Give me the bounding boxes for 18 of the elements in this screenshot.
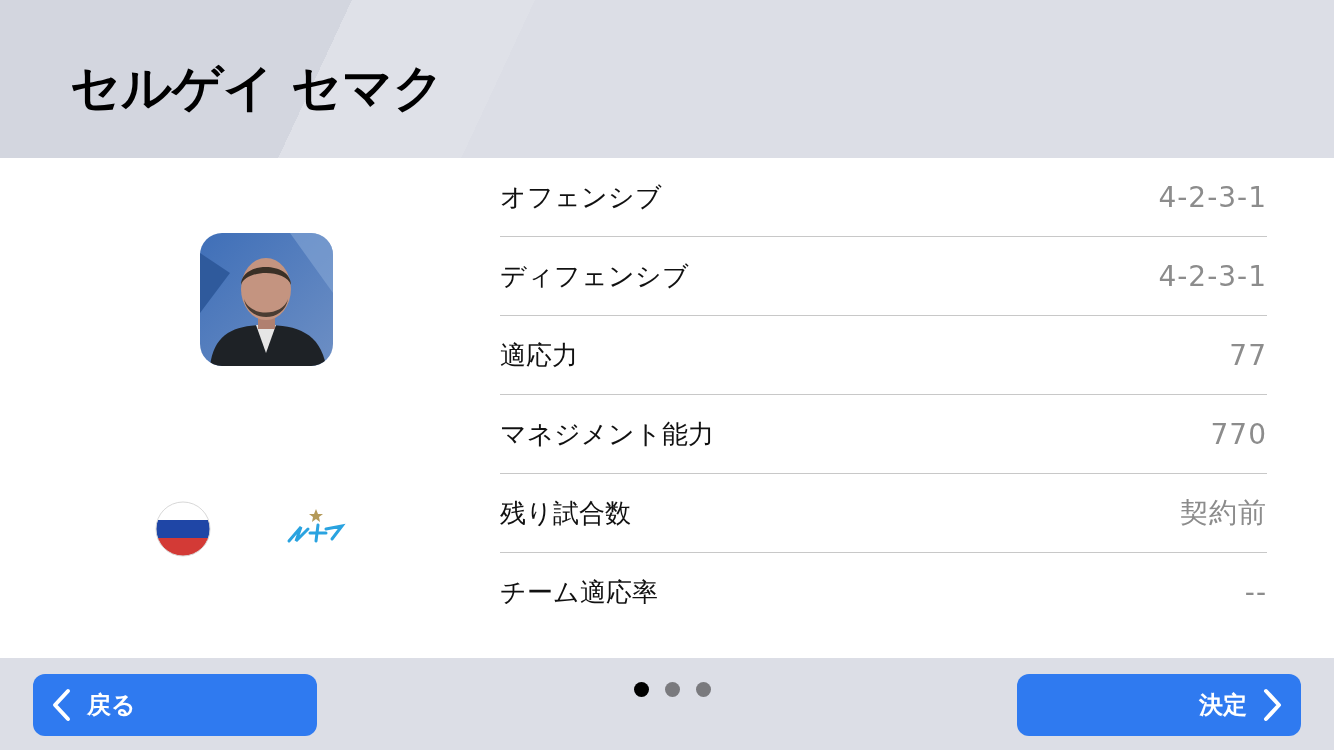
- stat-value: 77: [1229, 338, 1267, 372]
- stat-label: オフェンシブ: [500, 180, 662, 214]
- stat-label: ディフェンシブ: [500, 259, 689, 293]
- back-button[interactable]: 戻る: [33, 674, 317, 736]
- stat-value: 4-2-3-1: [1158, 259, 1267, 293]
- chevron-right-icon: [1263, 688, 1283, 722]
- chevron-left-icon: [51, 688, 71, 722]
- stat-value: 契約前: [1180, 495, 1267, 531]
- stat-label: 適応力: [500, 338, 578, 372]
- stat-label: 残り試合数: [500, 496, 631, 530]
- stat-value: --: [1244, 576, 1267, 609]
- manager-name: セルゲイ セマク: [70, 57, 445, 119]
- stat-value: 770: [1210, 417, 1267, 451]
- flag-icon: [154, 501, 211, 557]
- stat-label: チーム適応率: [500, 576, 658, 609]
- stat-label: マネジメント能力: [500, 417, 714, 451]
- stat-value: 4-2-3-1: [1158, 180, 1267, 214]
- confirm-button[interactable]: 決定: [1017, 674, 1301, 736]
